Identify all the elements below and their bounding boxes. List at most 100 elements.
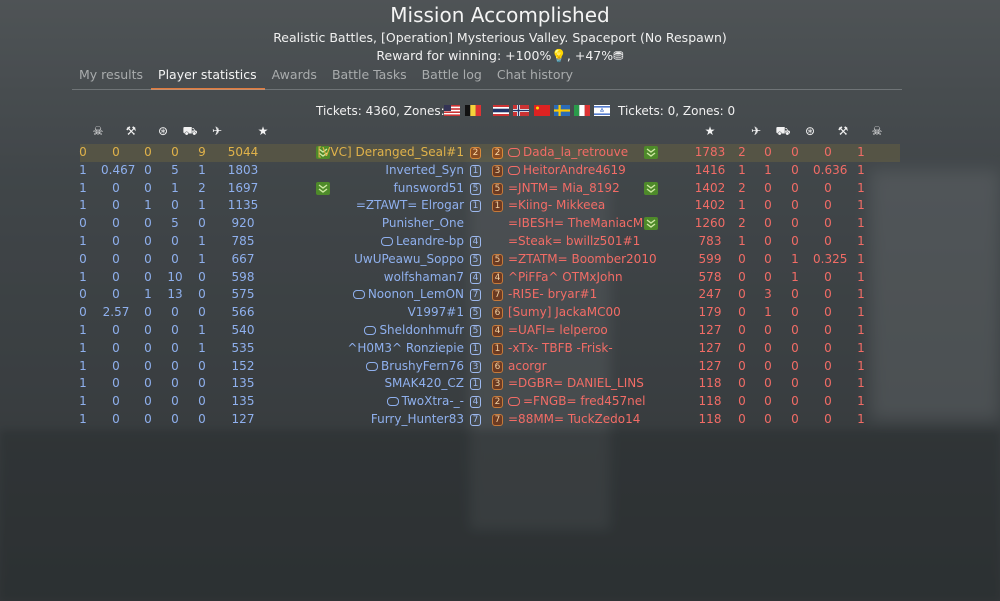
left-player-name[interactable]: =ZTAWT= Elrogar xyxy=(356,197,464,215)
right-player-name[interactable]: =FNGB= fred457nel xyxy=(508,393,645,411)
left-ground-value: 0 xyxy=(171,411,179,426)
captures-icon: ⊛ xyxy=(804,124,816,138)
right-player-name[interactable]: =DGBR= DANIEL_LINS xyxy=(508,375,644,393)
left-deaths-value: 0 xyxy=(79,251,87,266)
right-assists-value: 0 xyxy=(824,180,832,195)
squad-rank-badge: 4 xyxy=(470,271,481,284)
left-ground-value: 1 xyxy=(171,180,179,195)
right-player-name[interactable]: =ZTATM= Boomber2010 xyxy=(508,251,657,269)
left-player-name[interactable]: Noonon_LemON xyxy=(352,286,464,304)
right-player-name[interactable]: [Sumy] JackaMC00 xyxy=(508,304,621,322)
left-player-name[interactable]: [VVC] Deranged_Seal#1 xyxy=(318,144,464,162)
deaths-icon: ☠ xyxy=(92,124,104,138)
left-player-name[interactable]: V1997#1 xyxy=(408,304,464,322)
table-row: 1 0 0 1 2 1697 funsword51 5 5 =JNTM= Mia_8192 1402… xyxy=(79,180,900,198)
right-player-name[interactable]: -RI5E- bryar#1 xyxy=(508,286,597,304)
right-assists-value: 0 xyxy=(824,269,832,284)
left-player-name[interactable]: Inverted_Syn xyxy=(385,162,464,180)
player-name-text: -xTx- TBFB -Frisk- xyxy=(508,340,613,355)
left-player-name[interactable]: Punisher_One xyxy=(382,215,464,233)
right-deaths-value: 1 xyxy=(857,322,865,337)
player-name-text: acorgr xyxy=(508,358,547,373)
left-player-name[interactable]: UwUPeawu_Soppo xyxy=(354,251,464,269)
right-player-name[interactable]: ^PiFFa^ OTMxJohn xyxy=(508,269,623,287)
left-ground-value: 13 xyxy=(167,287,183,302)
right-player-name[interactable]: HeitorAndre4619 xyxy=(508,162,626,180)
left-player-name[interactable]: Furry_Hunter83 xyxy=(371,411,464,429)
right-player-name[interactable]: acorgr xyxy=(508,358,547,376)
left-score-value: 540 xyxy=(231,322,255,337)
right-captures-value: 0 xyxy=(791,411,799,426)
right-deaths-value: 1 xyxy=(857,287,865,302)
player-name-text: UwUPeawu_Soppo xyxy=(354,251,464,266)
right-player-name[interactable]: -xTx- TBFB -Frisk- xyxy=(508,340,613,358)
left-captures-value: 0 xyxy=(144,216,152,231)
right-player-name[interactable]: Dada_la_retrouve xyxy=(508,144,628,162)
right-player-name[interactable]: =IBESH= TheManiacMan xyxy=(508,215,658,233)
left-score-value: 127 xyxy=(231,411,255,426)
gamepad-icon xyxy=(364,325,377,335)
left-player-name[interactable]: Sheldonhmufr xyxy=(364,322,464,340)
tab-my-results[interactable]: My results xyxy=(72,63,151,90)
china-flag-icon xyxy=(534,105,550,116)
squad-rank-badge: 4 xyxy=(470,235,481,248)
mission-subtitle: Realistic Battles, [Operation] Mysteriou… xyxy=(273,30,727,45)
squad-rank-badge: 5 xyxy=(492,182,503,195)
left-deaths-value: 1 xyxy=(79,376,87,391)
right-captures-value: 0 xyxy=(791,305,799,320)
tab-player-statistics[interactable]: Player statistics xyxy=(151,63,265,90)
left-score-value: 135 xyxy=(231,376,255,391)
squad-rank-badge: 1 xyxy=(470,200,481,213)
right-player-name[interactable]: =UAFI= lelperoo xyxy=(508,322,608,340)
right-ground-value: 0 xyxy=(764,216,772,231)
right-score-value: 1402 xyxy=(694,198,726,213)
right-assists-value: 0 xyxy=(824,233,832,248)
left-player-name[interactable]: BrushyFern76 xyxy=(366,358,464,376)
left-assists-value: 0 xyxy=(112,233,120,248)
right-captures-value: 1 xyxy=(791,251,799,266)
left-score-value: 1135 xyxy=(227,198,259,213)
left-player-name[interactable]: wolfshaman7 xyxy=(384,269,464,287)
right-ground-value: 0 xyxy=(764,322,772,337)
tab-battle-tasks[interactable]: Battle Tasks xyxy=(325,63,415,90)
left-player-name[interactable]: funsword51 xyxy=(394,180,464,198)
results-header: Mission Accomplished Realistic Battles, … xyxy=(0,4,1000,65)
player-name-text: BrushyFern76 xyxy=(381,358,464,373)
right-ground-value: 1 xyxy=(764,305,772,320)
left-assists-value: 0 xyxy=(112,180,120,195)
left-air-value: 1 xyxy=(198,322,206,337)
squad-rank-badge: 3 xyxy=(492,164,503,177)
right-ground-value: 0 xyxy=(764,180,772,195)
squad-rank-badge: 5 xyxy=(470,182,481,195)
assists-icon: ⚒ xyxy=(125,124,137,138)
tab-awards[interactable]: Awards xyxy=(265,63,325,90)
left-player-name[interactable]: TwoXtra-_- xyxy=(386,393,464,411)
right-assists-value: 0 xyxy=(824,216,832,231)
ground-kills-icon: ⛟ xyxy=(775,124,791,138)
left-assists-value: 0 xyxy=(112,145,120,159)
tab-battle-log[interactable]: Battle log xyxy=(415,63,490,90)
left-score-value: 920 xyxy=(231,216,255,231)
table-row: 0 0 0 0 1 667 UwUPeawu_Soppo 5 5 =ZTATM= Boomber2… xyxy=(79,251,900,269)
right-player-name[interactable]: =Kiing- Mikkeea xyxy=(508,197,605,215)
left-assists-value: 0 xyxy=(112,376,120,391)
right-player-name[interactable]: =JNTM= Mia_8192 xyxy=(508,180,620,198)
right-deaths-value: 1 xyxy=(857,305,865,320)
right-team-tickets: Tickets: 0, Zones: 0 xyxy=(618,104,736,118)
left-player-name[interactable]: SMAK420_CZ xyxy=(384,375,464,393)
right-player-name[interactable]: =88MM= TuckZedo14 xyxy=(508,411,640,429)
player-name-text: wolfshaman7 xyxy=(383,269,464,284)
left-deaths-value: 1 xyxy=(79,322,87,337)
squad-rank-badge: 1 xyxy=(470,342,481,355)
left-ground-value: 0 xyxy=(171,340,179,355)
left-assists-value: 0 xyxy=(112,358,120,373)
left-player-name[interactable]: Leandre-bp xyxy=(380,233,464,251)
squad-rank-badge: 5 xyxy=(492,253,503,266)
left-deaths-value: 0 xyxy=(79,145,87,159)
right-assists-value: 0 xyxy=(824,340,832,355)
left-player-name[interactable]: ^H0M3^ Ronziepie xyxy=(347,340,464,358)
left-deaths-value: 1 xyxy=(79,411,87,426)
squad-rank-badge: 2 xyxy=(492,147,503,159)
tab-chat-history[interactable]: Chat history xyxy=(490,63,581,90)
right-player-name[interactable]: =Steak= bwillz501#1 xyxy=(508,233,640,251)
